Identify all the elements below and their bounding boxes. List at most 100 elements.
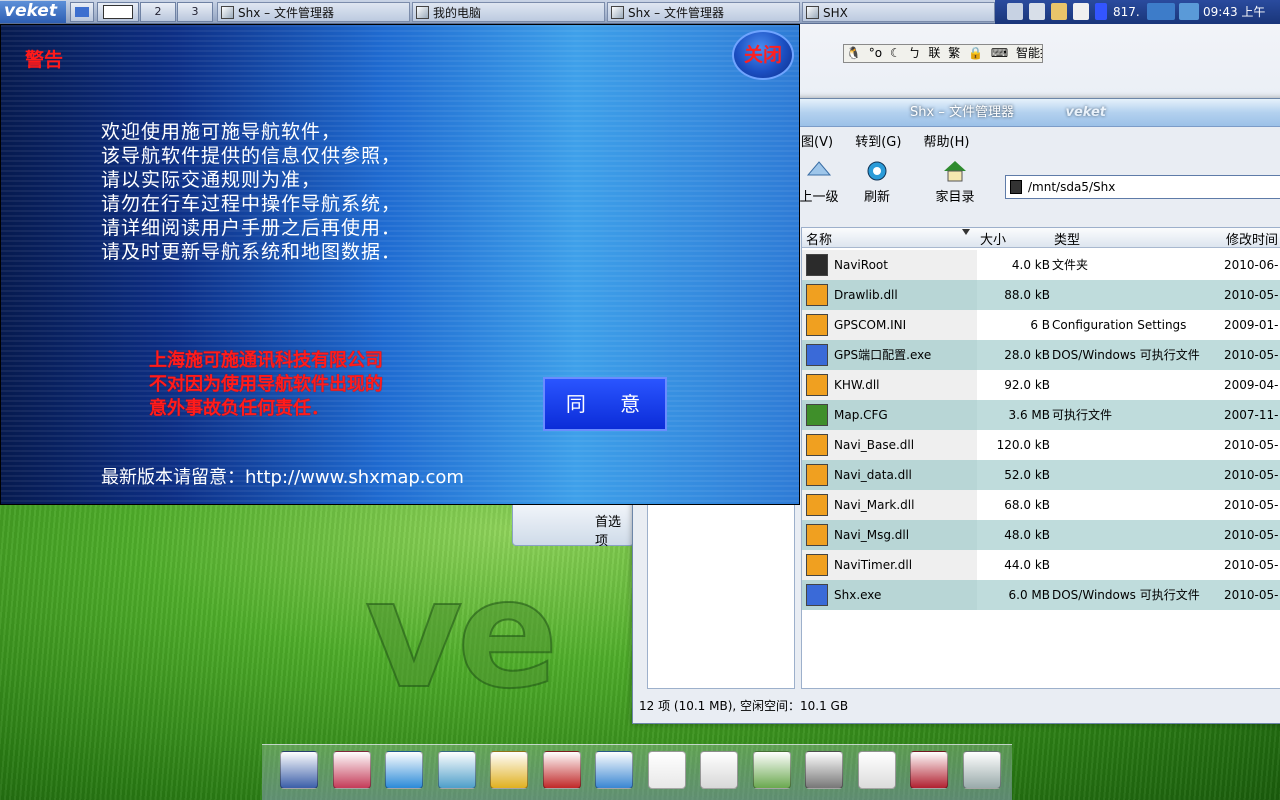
agree-button[interactable]: 同 意: [543, 377, 667, 431]
preferences-label: 首选项: [595, 515, 622, 549]
help-icon[interactable]: [910, 751, 948, 789]
menu-view[interactable]: 图(V): [801, 135, 833, 150]
column-type-header[interactable]: 类型: [1054, 229, 1080, 248]
memory-bar-icon[interactable]: [1095, 3, 1107, 20]
file-name: GPS端口配置.exe: [834, 348, 932, 362]
up-label: 上一级: [799, 190, 839, 205]
traditional-mode-icon[interactable]: ㄅ: [907, 45, 923, 62]
column-modified-header[interactable]: 修改时间: [1226, 229, 1278, 248]
warning-line: 请勿在行车过程中操作导航系统，: [101, 193, 402, 215]
file-modified: 2010-05-: [1224, 588, 1279, 602]
name-cell-bg: [802, 400, 977, 430]
menu-help[interactable]: 帮助(H): [924, 135, 970, 150]
tools-icon[interactable]: [542, 751, 581, 789]
clock[interactable]: 09:43 上午: [1203, 0, 1265, 24]
punctuation-icon[interactable]: °o: [867, 45, 884, 62]
storage-icon[interactable]: [1051, 3, 1067, 20]
task-file-manager-2[interactable]: Shx – 文件管理器: [607, 2, 800, 22]
notes-icon[interactable]: [700, 751, 738, 789]
file-row[interactable]: Navi_Msg.dll 48.0 kB 2010-05-: [802, 520, 1280, 550]
traditional-toggle[interactable]: 繁: [946, 45, 962, 62]
file-size: 48.0 kB: [1004, 528, 1050, 542]
file-name: Navi_Mark.dll: [834, 498, 915, 512]
thermometer-icon[interactable]: [1073, 3, 1089, 20]
file-row[interactable]: GPSCOM.INI 6 B Configuration Settings 2009-…: [802, 310, 1280, 340]
file-manager-icon[interactable]: [280, 751, 318, 789]
file-row[interactable]: Navi_Mark.dll 68.0 kB 2010-05-: [802, 490, 1280, 520]
association-toggle[interactable]: 联: [926, 45, 942, 62]
column-size-header[interactable]: 大小: [980, 229, 1006, 248]
penguin-icon[interactable]: 🐧: [844, 45, 863, 62]
preferences-window[interactable]: 首选项: [512, 500, 634, 549]
volume-icon[interactable]: [1029, 3, 1045, 20]
file-row[interactable]: Map.CFG 3.6 MB 可执行文件 2007-11-: [802, 400, 1280, 430]
show-desktop-button[interactable]: [70, 2, 94, 22]
cpu-readout: 817.: [1113, 5, 1140, 19]
column-name-header[interactable]: 名称: [806, 229, 832, 248]
file-size: 6.0 MB: [1008, 588, 1050, 602]
document-icon[interactable]: [647, 751, 686, 789]
close-button[interactable]: 关闭: [732, 30, 794, 80]
dll-icon: [806, 374, 828, 396]
load-graph-icon[interactable]: [1179, 3, 1199, 20]
task-label: SHX: [823, 6, 848, 20]
refresh-button[interactable]: 刷新: [847, 159, 907, 205]
file-row[interactable]: KHW.dll 92.0 kB 2009-04-: [802, 370, 1280, 400]
cfg-icon: [806, 404, 828, 426]
file-modified: 2010-06-: [1224, 258, 1279, 272]
file-type: Configuration Settings: [1052, 318, 1187, 332]
settings-icon[interactable]: [332, 751, 371, 789]
file-row[interactable]: NaviTimer.dll 44.0 kB 2010-05-: [802, 550, 1280, 580]
file-size: 68.0 kB: [1004, 498, 1050, 512]
file-modified: 2007-11-: [1224, 408, 1279, 422]
warning-line: 请以实际交通规则为准，: [101, 169, 322, 191]
file-size: 88.0 kB: [1004, 288, 1050, 302]
browser-icon[interactable]: [385, 751, 423, 789]
warning-line: 欢迎使用施可施导航软件，: [101, 121, 342, 143]
file-name: NaviTimer.dll: [834, 558, 913, 572]
editor-icon[interactable]: [437, 751, 476, 789]
exe-icon: [806, 344, 828, 366]
file-name: Navi_Base.dll: [834, 438, 915, 452]
drive-icon[interactable]: [805, 751, 843, 789]
address-bar[interactable]: /mnt/sda5/Shx: [1005, 175, 1280, 199]
file-row[interactable]: Navi_Base.dll 120.0 kB 2010-05-: [802, 430, 1280, 460]
dll-icon: [806, 464, 828, 486]
file-name: NaviRoot: [834, 258, 888, 272]
dll-icon: [806, 524, 828, 546]
home-button[interactable]: 家目录: [925, 159, 985, 205]
task-my-computer[interactable]: 我的电脑: [412, 2, 605, 22]
start-menu-button[interactable]: veket: [0, 1, 66, 23]
menu-go[interactable]: 转到(G): [855, 135, 901, 150]
file-row[interactable]: GPS端口配置.exe 28.0 kB DOS/Windows 可执行文件 2010-…: [802, 340, 1280, 370]
warning-line: 请及时更新导航系统和地图数据．: [101, 241, 402, 263]
workspace-2-button[interactable]: 2: [140, 2, 176, 22]
camera-icon[interactable]: [962, 751, 1001, 789]
home-icon: [944, 161, 966, 182]
file-modified: 2009-01-: [1224, 318, 1279, 332]
paint-icon[interactable]: [752, 751, 791, 789]
network-icon[interactable]: [1007, 3, 1023, 20]
sort-descending-icon[interactable]: [962, 229, 970, 235]
cpu-graph-icon[interactable]: [1147, 3, 1175, 20]
file-row[interactable]: Shx.exe 6.0 MB DOS/Windows 可执行文件 2010-05-: [802, 580, 1280, 610]
task-shx[interactable]: SHX: [802, 2, 995, 22]
workspace-1-button[interactable]: [97, 2, 139, 22]
music-icon[interactable]: [490, 751, 528, 789]
file-list[interactable]: 名称 大小 类型 修改时间 NaviRoot 4.0 kB 文件夹 2010-06- D…: [801, 227, 1280, 689]
file-row[interactable]: Navi_data.dll 52.0 kB 2010-05-: [802, 460, 1280, 490]
lock-icon[interactable]: 🔒: [966, 45, 985, 62]
file-type: 文件夹: [1052, 258, 1089, 272]
printer-icon[interactable]: [857, 751, 896, 789]
keyboard-icon[interactable]: ⌨: [989, 45, 1010, 62]
desktop-logo-watermark: ve: [364, 548, 559, 722]
workspace-3-button[interactable]: 3: [177, 2, 213, 22]
name-cell-bg: [802, 250, 977, 280]
chat-icon[interactable]: [595, 751, 633, 789]
moon-icon[interactable]: ☾: [888, 45, 903, 62]
task-file-manager-1[interactable]: Shx – 文件管理器: [217, 2, 410, 22]
file-row[interactable]: NaviRoot 4.0 kB 文件夹 2010-06-: [802, 250, 1280, 280]
file-row[interactable]: Drawlib.dll 88.0 kB 2010-05-: [802, 280, 1280, 310]
name-cell-bg: [802, 370, 977, 400]
ime-toolbar[interactable]: 🐧 °o ☾ ㄅ 联 繁 🔒 ⌨ 智能拼音: [843, 44, 1043, 63]
